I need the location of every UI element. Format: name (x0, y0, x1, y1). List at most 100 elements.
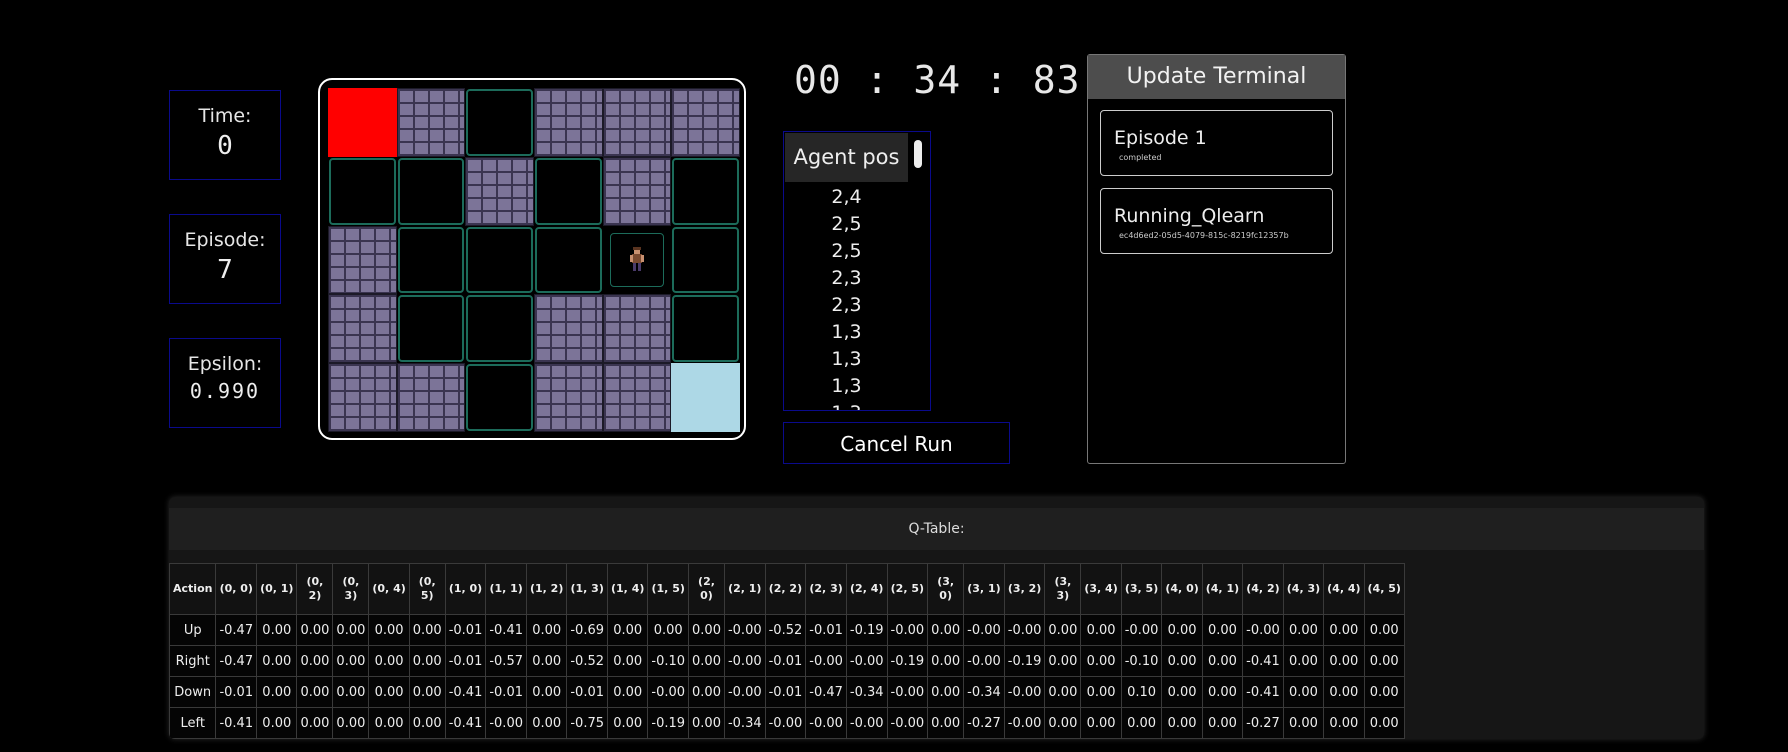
table-row: Left -0.41 0.00 0.00 0.00 0.00 0.00 -0.41 -0.00 0… (169, 707, 1405, 739)
grid-cell-open (329, 157, 396, 225)
q-value-cell: -0.01 (444, 645, 487, 677)
grid-cell-wall (328, 363, 397, 432)
q-value-cell: 0.00 (1044, 676, 1082, 708)
q-table-action-cell: Down (169, 676, 217, 708)
q-value-cell: -0.69 (566, 614, 608, 646)
q-value-cell: 0.00 (1282, 676, 1325, 708)
agent-pos-panel[interactable]: Agent pos 2,4 2,5 2,5 2,3 2,3 1,3 1,3 1,3 1,3 (783, 131, 931, 411)
agent-pos-item: 2,3 (831, 267, 862, 289)
q-value-cell: -0.00 (1003, 614, 1046, 646)
q-value-cell: -0.00 (1242, 614, 1284, 646)
q-value-cell: 0.00 (256, 676, 298, 708)
q-value-cell: -0.19 (647, 707, 690, 739)
q-value-cell: 0.00 (1161, 707, 1203, 739)
terminal-entry: Running_Qlearn ec4d6ed2-05d5-4079-815c-8… (1100, 188, 1333, 254)
q-value-cell: -0.52 (566, 645, 608, 677)
q-table-column-header: (4, 3) (1282, 563, 1325, 615)
q-value-cell: -0.00 (1003, 707, 1046, 739)
q-value-cell: 0.00 (1161, 614, 1203, 646)
episode-label: Episode: (184, 229, 266, 251)
grid-cell-open (466, 226, 533, 294)
terminal-entry-subtitle: ec4d6ed2-05d5-4079-815c-8219fc12357b (1119, 231, 1289, 240)
q-table-column-header: (4, 5) (1363, 563, 1405, 615)
table-row: Down -0.01 0.00 0.00 0.00 0.00 0.00 -0.41 -0.01 0… (169, 676, 1405, 708)
q-value-cell: -0.00 (805, 707, 847, 739)
agent-cell-outline (609, 232, 664, 287)
q-value-cell: 0.10 (1120, 676, 1163, 708)
q-table-column-header: (2, 1) (723, 563, 766, 615)
cancel-run-button[interactable]: Cancel Run (783, 422, 1010, 464)
update-terminal: Update Terminal Episode 1 completed Runn… (1087, 54, 1346, 464)
q-value-cell: -0.00 (886, 614, 929, 646)
q-table-column-header: (3, 5) (1120, 563, 1163, 615)
grid-cell-wall (602, 88, 672, 157)
agent-pos-item: 1,3 (831, 321, 862, 343)
q-table-column-header: (0, 2) (296, 563, 334, 615)
q-value-cell: -0.00 (845, 645, 888, 677)
grid-cell-wall (396, 363, 466, 432)
q-value-cell: 0.00 (368, 645, 410, 677)
scrollbar[interactable] (914, 140, 922, 168)
epsilon-value: 0.990 (189, 379, 261, 403)
q-value-cell: 0.00 (408, 614, 446, 646)
q-value-cell: -0.27 (1242, 707, 1284, 739)
q-value-cell: -0.10 (647, 645, 690, 677)
q-value-cell: 0.00 (1044, 707, 1082, 739)
q-value-cell: 0.00 (1323, 614, 1365, 646)
q-table-title: Q-Table: (169, 508, 1704, 550)
grid-cells (328, 88, 740, 432)
episode-stat: Episode: 7 (169, 214, 281, 304)
q-value-cell: -0.41 (215, 707, 258, 739)
q-value-cell: 0.00 (525, 676, 568, 708)
grid-cell-open (466, 89, 533, 156)
q-value-cell: 0.00 (296, 707, 334, 739)
q-value-cell: 0.00 (927, 707, 965, 739)
q-table-column-header: (1, 0) (444, 563, 487, 615)
q-value-cell: -0.01 (485, 676, 527, 708)
q-table-column-header: (3, 0) (927, 563, 965, 615)
grid-cell-wall (396, 88, 466, 157)
q-value-cell: -0.47 (805, 676, 847, 708)
q-value-cell: 0.00 (1323, 707, 1365, 739)
episode-value: 7 (217, 255, 233, 285)
q-value-cell: 0.00 (525, 614, 568, 646)
grid-cell-open (466, 364, 533, 431)
timer: 00 : 34 : 83 (794, 58, 1081, 102)
agent-pos-item: 2,4 (831, 186, 862, 208)
q-value-cell: -0.00 (805, 645, 847, 677)
agent-pos-item: 1,3 (831, 348, 862, 370)
q-value-cell: -0.01 (764, 676, 807, 708)
q-value-cell: 0.00 (1080, 676, 1122, 708)
q-value-cell: -0.34 (845, 676, 888, 708)
q-value-cell: 0.00 (1044, 614, 1082, 646)
q-value-cell: 0.00 (1201, 676, 1244, 708)
time-value: 0 (217, 131, 233, 161)
q-value-cell: 0.00 (1282, 645, 1325, 677)
q-value-cell: 0.00 (296, 614, 334, 646)
q-value-cell: 0.00 (1201, 614, 1244, 646)
epsilon-stat: Epsilon: 0.990 (169, 338, 281, 428)
q-value-cell: -0.19 (1003, 645, 1046, 677)
grid-cell-open (397, 226, 465, 294)
q-value-cell: 0.00 (688, 676, 725, 708)
grid-cell-wall (602, 156, 672, 226)
q-value-cell: 0.00 (606, 676, 649, 708)
q-value-cell: -0.19 (845, 614, 888, 646)
agent-pos-item: 2,5 (831, 240, 862, 262)
table-row: Up -0.47 0.00 0.00 0.00 0.00 0.00 -0.01 -0.41 0.0… (169, 614, 1405, 646)
q-value-cell: 0.00 (1080, 614, 1122, 646)
q-value-cell: 0.00 (927, 614, 965, 646)
q-table-column-header: (4, 2) (1242, 563, 1284, 615)
agent-pos-item: 2,3 (831, 294, 862, 316)
q-value-cell: 0.00 (688, 614, 725, 646)
q-table: Action (0, 0) (0, 1) (0, 2) (0, 3) (0, 4) (0, … (169, 563, 1405, 739)
q-table-column-header: (2, 3) (805, 563, 847, 615)
q-value-cell: 0.00 (1080, 707, 1122, 739)
q-value-cell: -0.19 (886, 645, 929, 677)
q-value-cell: 0.00 (525, 707, 568, 739)
q-value-cell: 0.00 (296, 645, 334, 677)
q-value-cell: 0.00 (368, 676, 410, 708)
agent-pos-item: 1,3 (831, 375, 862, 397)
q-value-cell: -0.01 (215, 676, 258, 708)
q-value-cell: 0.00 (1323, 676, 1365, 708)
